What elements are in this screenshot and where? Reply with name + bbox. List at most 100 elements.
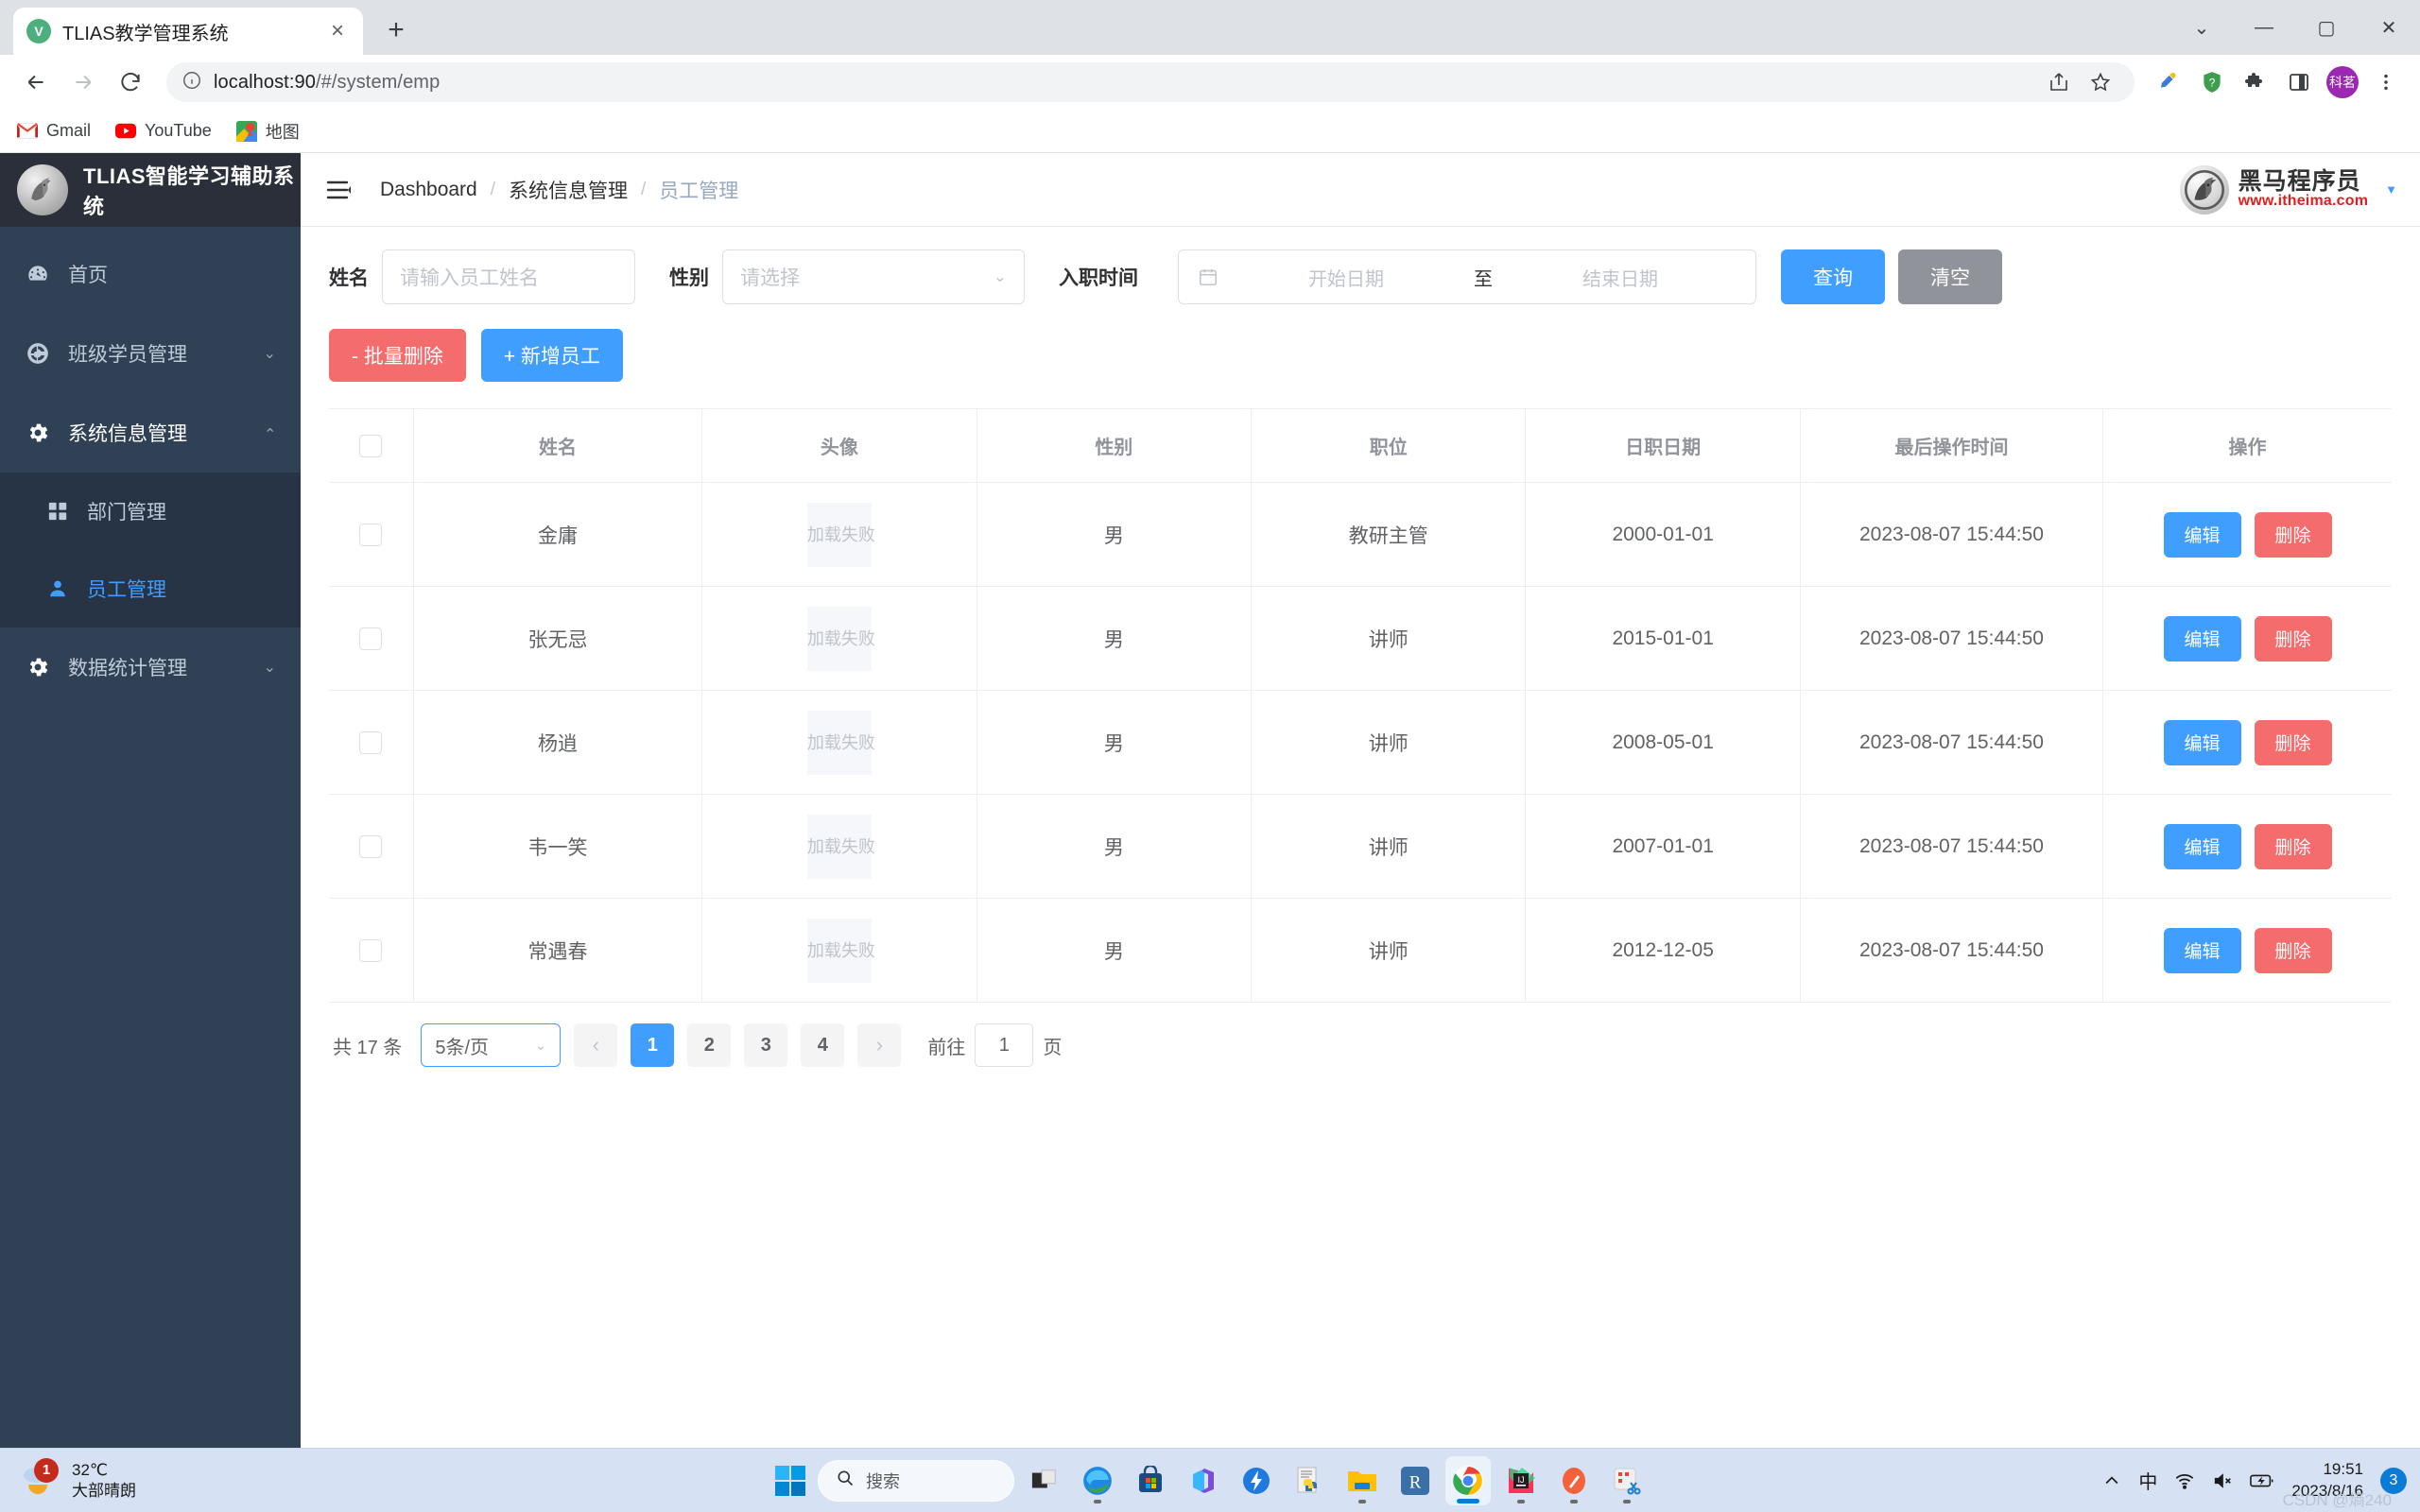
shield-extension-icon[interactable]: ? — [2193, 63, 2231, 101]
row-checkbox[interactable] — [359, 523, 383, 546]
url-path: /#/system/emp — [315, 71, 441, 93]
start-date-input[interactable]: 开始日期 — [1224, 264, 1468, 291]
page-button-3[interactable]: 3 — [744, 1023, 788, 1067]
window-more-icon[interactable]: ⌄ — [2170, 0, 2233, 55]
page-size-select[interactable]: 5条/页 ⌄ — [421, 1023, 562, 1067]
edge-icon[interactable] — [1075, 1456, 1120, 1505]
edit-button[interactable]: 编辑 — [2163, 927, 2241, 973]
cell-operations: 编辑 删除 — [2102, 794, 2392, 899]
brand-area[interactable]: 黑马程序员 www.itheima.com ▼ — [2179, 164, 2397, 215]
hire-date-range-picker[interactable]: 开始日期 至 结束日期 — [1178, 249, 1756, 304]
forward-icon[interactable] — [62, 61, 104, 103]
extensions-puzzle-icon[interactable] — [2237, 63, 2274, 101]
gender-select[interactable]: 请选择 ⌄ — [722, 249, 1025, 304]
cell-avatar: 加载失败 — [701, 794, 977, 899]
row-checkbox[interactable] — [359, 938, 383, 962]
chevron-down-icon[interactable]: ▼ — [2385, 182, 2397, 197]
avatar-load-failed: 加载失败 — [806, 606, 875, 671]
taskbar-search[interactable]: 搜索 — [818, 1459, 1014, 1502]
address-bar[interactable]: localhost:90/#/system/emp — [166, 62, 2135, 102]
add-employee-button[interactable]: + 新增员工 — [480, 329, 623, 382]
window-minimize-button[interactable]: — — [2233, 0, 2295, 55]
profile-avatar[interactable]: 科茗 — [2324, 63, 2361, 101]
sidebar-item-home[interactable]: 首页 — [0, 234, 301, 314]
window-close-button[interactable]: ✕ — [2358, 0, 2420, 55]
close-tab-icon[interactable]: × — [325, 20, 350, 43]
task-view-icon[interactable] — [1022, 1456, 1067, 1505]
sidebar-item-system-info[interactable]: 系统信息管理 ⌄ — [0, 393, 301, 472]
page-button-2[interactable]: 2 — [687, 1023, 732, 1067]
cell-gender: 男 — [976, 794, 1252, 899]
end-date-input[interactable]: 结束日期 — [1498, 264, 1742, 291]
edit-button[interactable]: 编辑 — [2163, 615, 2241, 662]
next-page-button[interactable]: › — [857, 1023, 902, 1067]
rstudio-icon[interactable]: R — [1392, 1456, 1438, 1505]
microsoft-365-icon[interactable] — [1181, 1456, 1226, 1505]
breadcrumb-dashboard[interactable]: Dashboard — [380, 179, 477, 201]
python-script-icon[interactable] — [1287, 1456, 1332, 1505]
bookmark-star-icon[interactable] — [2082, 63, 2119, 101]
bolt-app-icon[interactable] — [1234, 1456, 1279, 1505]
microsoft-store-icon[interactable] — [1128, 1456, 1173, 1505]
row-checkbox[interactable] — [359, 834, 383, 858]
select-all-checkbox[interactable] — [359, 434, 383, 457]
eyedropper-extension-icon[interactable] — [2150, 63, 2187, 101]
intellij-idea-icon[interactable]: IJ — [1498, 1456, 1544, 1505]
delete-button[interactable]: 删除 — [2254, 719, 2332, 765]
browser-tab[interactable]: V TLIAS教学管理系统 × — [13, 8, 363, 55]
row-checkbox[interactable] — [359, 627, 383, 650]
window-maximize-button[interactable]: ▢ — [2295, 0, 2358, 55]
sidebar-item-employee[interactable]: 员工管理 — [0, 550, 301, 627]
file-explorer-icon[interactable] — [1340, 1456, 1385, 1505]
table-row: 韦一笑 加载失败 男 讲师 2007-01-01 2023-08-07 15:4… — [329, 794, 2392, 899]
share-icon[interactable] — [2040, 63, 2078, 101]
edit-button[interactable]: 编辑 — [2163, 719, 2241, 765]
clear-button[interactable]: 清空 — [1898, 249, 2002, 304]
sidebar-item-data-stats[interactable]: 数据统计管理 ⌄ — [0, 627, 301, 707]
start-button[interactable] — [770, 1461, 810, 1501]
ime-language-icon[interactable]: 中 — [2138, 1467, 2157, 1494]
wifi-icon[interactable] — [2174, 1470, 2195, 1491]
weather-widget[interactable]: 1 32℃ 大部晴朗 — [0, 1457, 136, 1502]
notification-badge[interactable]: 3 — [2380, 1467, 2407, 1494]
breadcrumb-system-info[interactable]: 系统信息管理 — [509, 176, 628, 204]
delete-button[interactable]: 删除 — [2254, 615, 2332, 662]
edit-button[interactable]: 编辑 — [2163, 823, 2241, 869]
bookmark-maps[interactable]: 地图 — [235, 119, 300, 144]
side-panel-icon[interactable] — [2280, 63, 2318, 101]
bookmark-youtube[interactable]: YouTube — [115, 121, 212, 142]
employee-table: 姓名 头像 性别 职位 日职日期 最后操作时间 操作 金庸 加载失败 男 教研主… — [329, 408, 2392, 1003]
volume-muted-icon[interactable] — [2212, 1470, 2233, 1491]
batch-delete-button[interactable]: - 批量删除 — [329, 329, 466, 382]
cell-job: 讲师 — [1251, 586, 1526, 691]
taskbar-clock[interactable]: 19:51 2023/8/16 — [2291, 1459, 2363, 1501]
sidebar-toggle-icon[interactable] — [323, 174, 355, 206]
sidebar-item-department[interactable]: 部门管理 — [0, 472, 301, 550]
sidebar-item-class-student[interactable]: 班级学员管理 ⌄ — [0, 314, 301, 393]
reload-icon[interactable] — [110, 61, 151, 103]
edit-button[interactable]: 编辑 — [2163, 511, 2241, 558]
show-hidden-icons-chevron[interactable] — [2102, 1471, 2121, 1490]
delete-button[interactable]: 删除 — [2254, 823, 2332, 869]
bookmark-gmail[interactable]: Gmail — [17, 121, 91, 142]
site-info-icon[interactable] — [182, 70, 202, 95]
class-icon — [25, 341, 51, 366]
name-input[interactable]: 请输入员工姓名 — [382, 249, 635, 304]
page-button-4[interactable]: 4 — [801, 1023, 845, 1067]
delete-button[interactable]: 删除 — [2254, 511, 2332, 558]
prev-page-button[interactable]: ‹ — [574, 1023, 618, 1067]
page-button-1[interactable]: 1 — [631, 1023, 675, 1067]
chrome-menu-icon[interactable] — [2367, 63, 2405, 101]
delete-button[interactable]: 删除 — [2254, 927, 2332, 973]
goto-page-input[interactable]: 1 — [975, 1023, 1034, 1067]
back-icon[interactable] — [15, 61, 57, 103]
new-tab-button[interactable]: + — [374, 9, 418, 52]
table-row: 常遇春 加载失败 男 讲师 2012-12-05 2023-08-07 15:4… — [329, 898, 2392, 1003]
snipaste-icon[interactable] — [1551, 1456, 1597, 1505]
chrome-icon[interactable] — [1445, 1455, 1491, 1505]
user-icon — [45, 578, 70, 599]
query-button[interactable]: 查询 — [1781, 249, 1885, 304]
battery-charging-icon[interactable] — [2250, 1470, 2274, 1491]
snipping-tool-icon[interactable] — [1604, 1456, 1650, 1505]
row-checkbox[interactable] — [359, 730, 383, 754]
